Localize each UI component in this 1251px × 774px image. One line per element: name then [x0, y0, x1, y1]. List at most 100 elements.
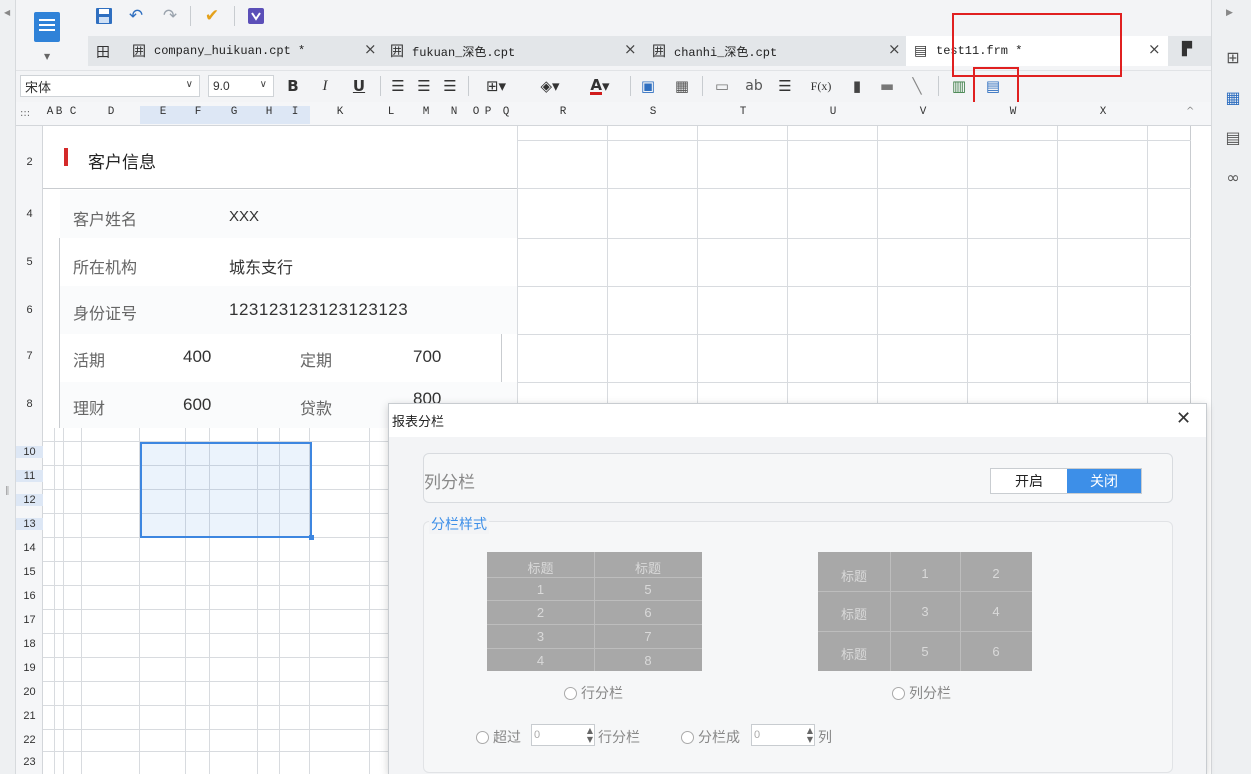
- list-icon[interactable]: ☰: [774, 74, 796, 98]
- widget-panel-icon[interactable]: ▦: [1222, 86, 1244, 108]
- select-all-icon[interactable]: :::: [20, 108, 30, 119]
- row-split-preview[interactable]: 标题 标题 1 5 2 6 3 7 4 8: [487, 552, 702, 671]
- border-icon[interactable]: ⊞▾: [476, 74, 516, 98]
- align-right-icon[interactable]: ☰: [440, 74, 460, 98]
- tab-fukuan[interactable]: 囲 fukuan_深色.cpt: [390, 36, 515, 66]
- column-header-r[interactable]: R: [518, 106, 608, 124]
- column-header-x[interactable]: X: [1058, 106, 1148, 124]
- close-icon[interactable]: ×: [888, 40, 901, 58]
- wealth-value[interactable]: 600: [183, 395, 211, 415]
- row-header-2[interactable]: 2: [16, 156, 43, 168]
- format-painter-icon[interactable]: ✔: [200, 4, 224, 28]
- slash-icon[interactable]: ╲: [906, 74, 928, 98]
- row-header-10[interactable]: 10: [16, 446, 43, 458]
- tab-chanhi[interactable]: 囲 chanhi_深色.cpt: [652, 36, 777, 66]
- current-value[interactable]: 400: [183, 347, 211, 367]
- row-header-17[interactable]: 17: [16, 614, 43, 626]
- sub-report-icon[interactable]: ▥: [948, 74, 970, 98]
- tab-list-icon[interactable]: ▛: [1182, 42, 1192, 57]
- name-value[interactable]: XXX: [229, 208, 259, 225]
- column-header-q[interactable]: Q: [494, 106, 518, 124]
- new-tab-icon[interactable]: 田: [96, 42, 110, 62]
- column-split-radio[interactable]: 列分栏: [892, 683, 951, 703]
- align-left-icon[interactable]: ☰: [388, 74, 408, 98]
- row-header-14[interactable]: 14: [16, 542, 43, 554]
- row-header-16[interactable]: 16: [16, 590, 43, 602]
- formula-button[interactable]: F(x): [808, 74, 834, 98]
- column-header-u[interactable]: U: [788, 106, 878, 124]
- row-header-11[interactable]: 11: [16, 470, 43, 482]
- column-header-n[interactable]: N: [440, 106, 468, 124]
- cell-selection[interactable]: [140, 442, 312, 538]
- org-value[interactable]: 城东支行: [229, 254, 293, 278]
- fill-handle[interactable]: [309, 535, 314, 540]
- chart-icon[interactable]: ▮: [846, 74, 868, 98]
- column-header-b[interactable]: B: [55, 106, 63, 124]
- properties-panel-icon[interactable]: ▤: [1222, 126, 1244, 148]
- column-header-i[interactable]: I: [280, 106, 310, 124]
- bold-button[interactable]: B: [284, 74, 302, 98]
- column-header-o[interactable]: O: [470, 106, 482, 124]
- app-menu-button[interactable]: ▼: [30, 6, 64, 64]
- textbox-icon[interactable]: ▭: [710, 74, 734, 98]
- column-split-toggle[interactable]: 开启 关闭: [990, 468, 1142, 494]
- fixed-value[interactable]: 700: [413, 347, 441, 367]
- column-header-t[interactable]: T: [698, 106, 788, 124]
- split-into-spinner[interactable]: 0 ▲ ▼: [751, 724, 815, 746]
- column-header-h[interactable]: H: [258, 106, 280, 124]
- row-header-20[interactable]: 20: [16, 686, 43, 698]
- row-header-12[interactable]: 12: [16, 494, 43, 506]
- row-split-radio[interactable]: 行分栏: [564, 683, 623, 703]
- italic-button[interactable]: I: [316, 74, 334, 98]
- row-header-19[interactable]: 19: [16, 662, 43, 674]
- underline-button[interactable]: U: [350, 74, 368, 98]
- column-header-d[interactable]: D: [82, 106, 140, 124]
- split-into-radio[interactable]: 分栏成: [681, 727, 740, 747]
- font-size-select[interactable]: 9.0 ∨: [208, 75, 274, 97]
- column-header-k[interactable]: K: [310, 106, 370, 124]
- insert-cell-icon[interactable]: ▣: [638, 74, 658, 98]
- link-icon[interactable]: ∞: [1222, 166, 1244, 188]
- column-header-p[interactable]: P: [482, 106, 494, 124]
- row-header-22[interactable]: 22: [16, 734, 43, 746]
- layout-panel-icon[interactable]: ⊞: [1222, 46, 1244, 68]
- font-family-select[interactable]: 宋体 ∨: [20, 75, 200, 97]
- undo-icon[interactable]: ↶: [124, 4, 148, 28]
- spinner-arrows-icon[interactable]: ▲ ▼: [587, 726, 593, 744]
- column-split-preview[interactable]: 标题 1 2 标题 3 4 标题 5 6: [818, 552, 1032, 671]
- font-color-icon[interactable]: A ▾: [580, 74, 620, 98]
- collapse-left-icon[interactable]: ◀: [4, 8, 10, 17]
- merge-cell-icon[interactable]: ▦: [672, 74, 692, 98]
- text-ab-button[interactable]: ab: [742, 74, 766, 98]
- column-header-e[interactable]: E: [140, 106, 186, 124]
- redo-icon[interactable]: ↷: [158, 4, 182, 28]
- row-header-4[interactable]: 4: [16, 208, 43, 220]
- column-header-v[interactable]: V: [878, 106, 968, 124]
- column-header-l[interactable]: L: [370, 106, 412, 124]
- row-header-21[interactable]: 21: [16, 710, 43, 722]
- column-header-g[interactable]: G: [210, 106, 258, 124]
- toggle-off-button[interactable]: 关闭: [1067, 469, 1141, 493]
- align-center-icon[interactable]: ☰: [414, 74, 434, 98]
- id-value[interactable]: 123123123123123123: [229, 300, 408, 320]
- close-icon[interactable]: ✕: [1176, 408, 1191, 429]
- column-header-s[interactable]: S: [608, 106, 698, 124]
- expand-right-icon[interactable]: ▶: [1226, 8, 1233, 18]
- splitter-handle-icon[interactable]: ‖: [5, 486, 10, 496]
- fill-color-icon[interactable]: ◈▾: [530, 74, 570, 98]
- row-header-5[interactable]: 5: [16, 256, 43, 268]
- close-icon[interactable]: ×: [364, 40, 377, 58]
- column-header-m[interactable]: M: [412, 106, 440, 124]
- close-icon[interactable]: ×: [624, 40, 637, 58]
- column-header-w[interactable]: W: [968, 106, 1058, 124]
- scroll-up-icon[interactable]: ^: [1186, 106, 1194, 117]
- row-header-8[interactable]: 8: [16, 398, 43, 410]
- save-icon[interactable]: [92, 4, 116, 28]
- row-header-7[interactable]: 7: [16, 350, 43, 362]
- toggle-on-button[interactable]: 开启: [991, 469, 1067, 493]
- exceed-rows-radio[interactable]: 超过: [476, 727, 521, 747]
- row-header-23[interactable]: 23: [16, 756, 43, 768]
- row-header-13[interactable]: 13: [16, 518, 43, 530]
- close-icon[interactable]: ×: [1148, 40, 1161, 58]
- spinner-arrows-icon[interactable]: ▲ ▼: [807, 726, 813, 744]
